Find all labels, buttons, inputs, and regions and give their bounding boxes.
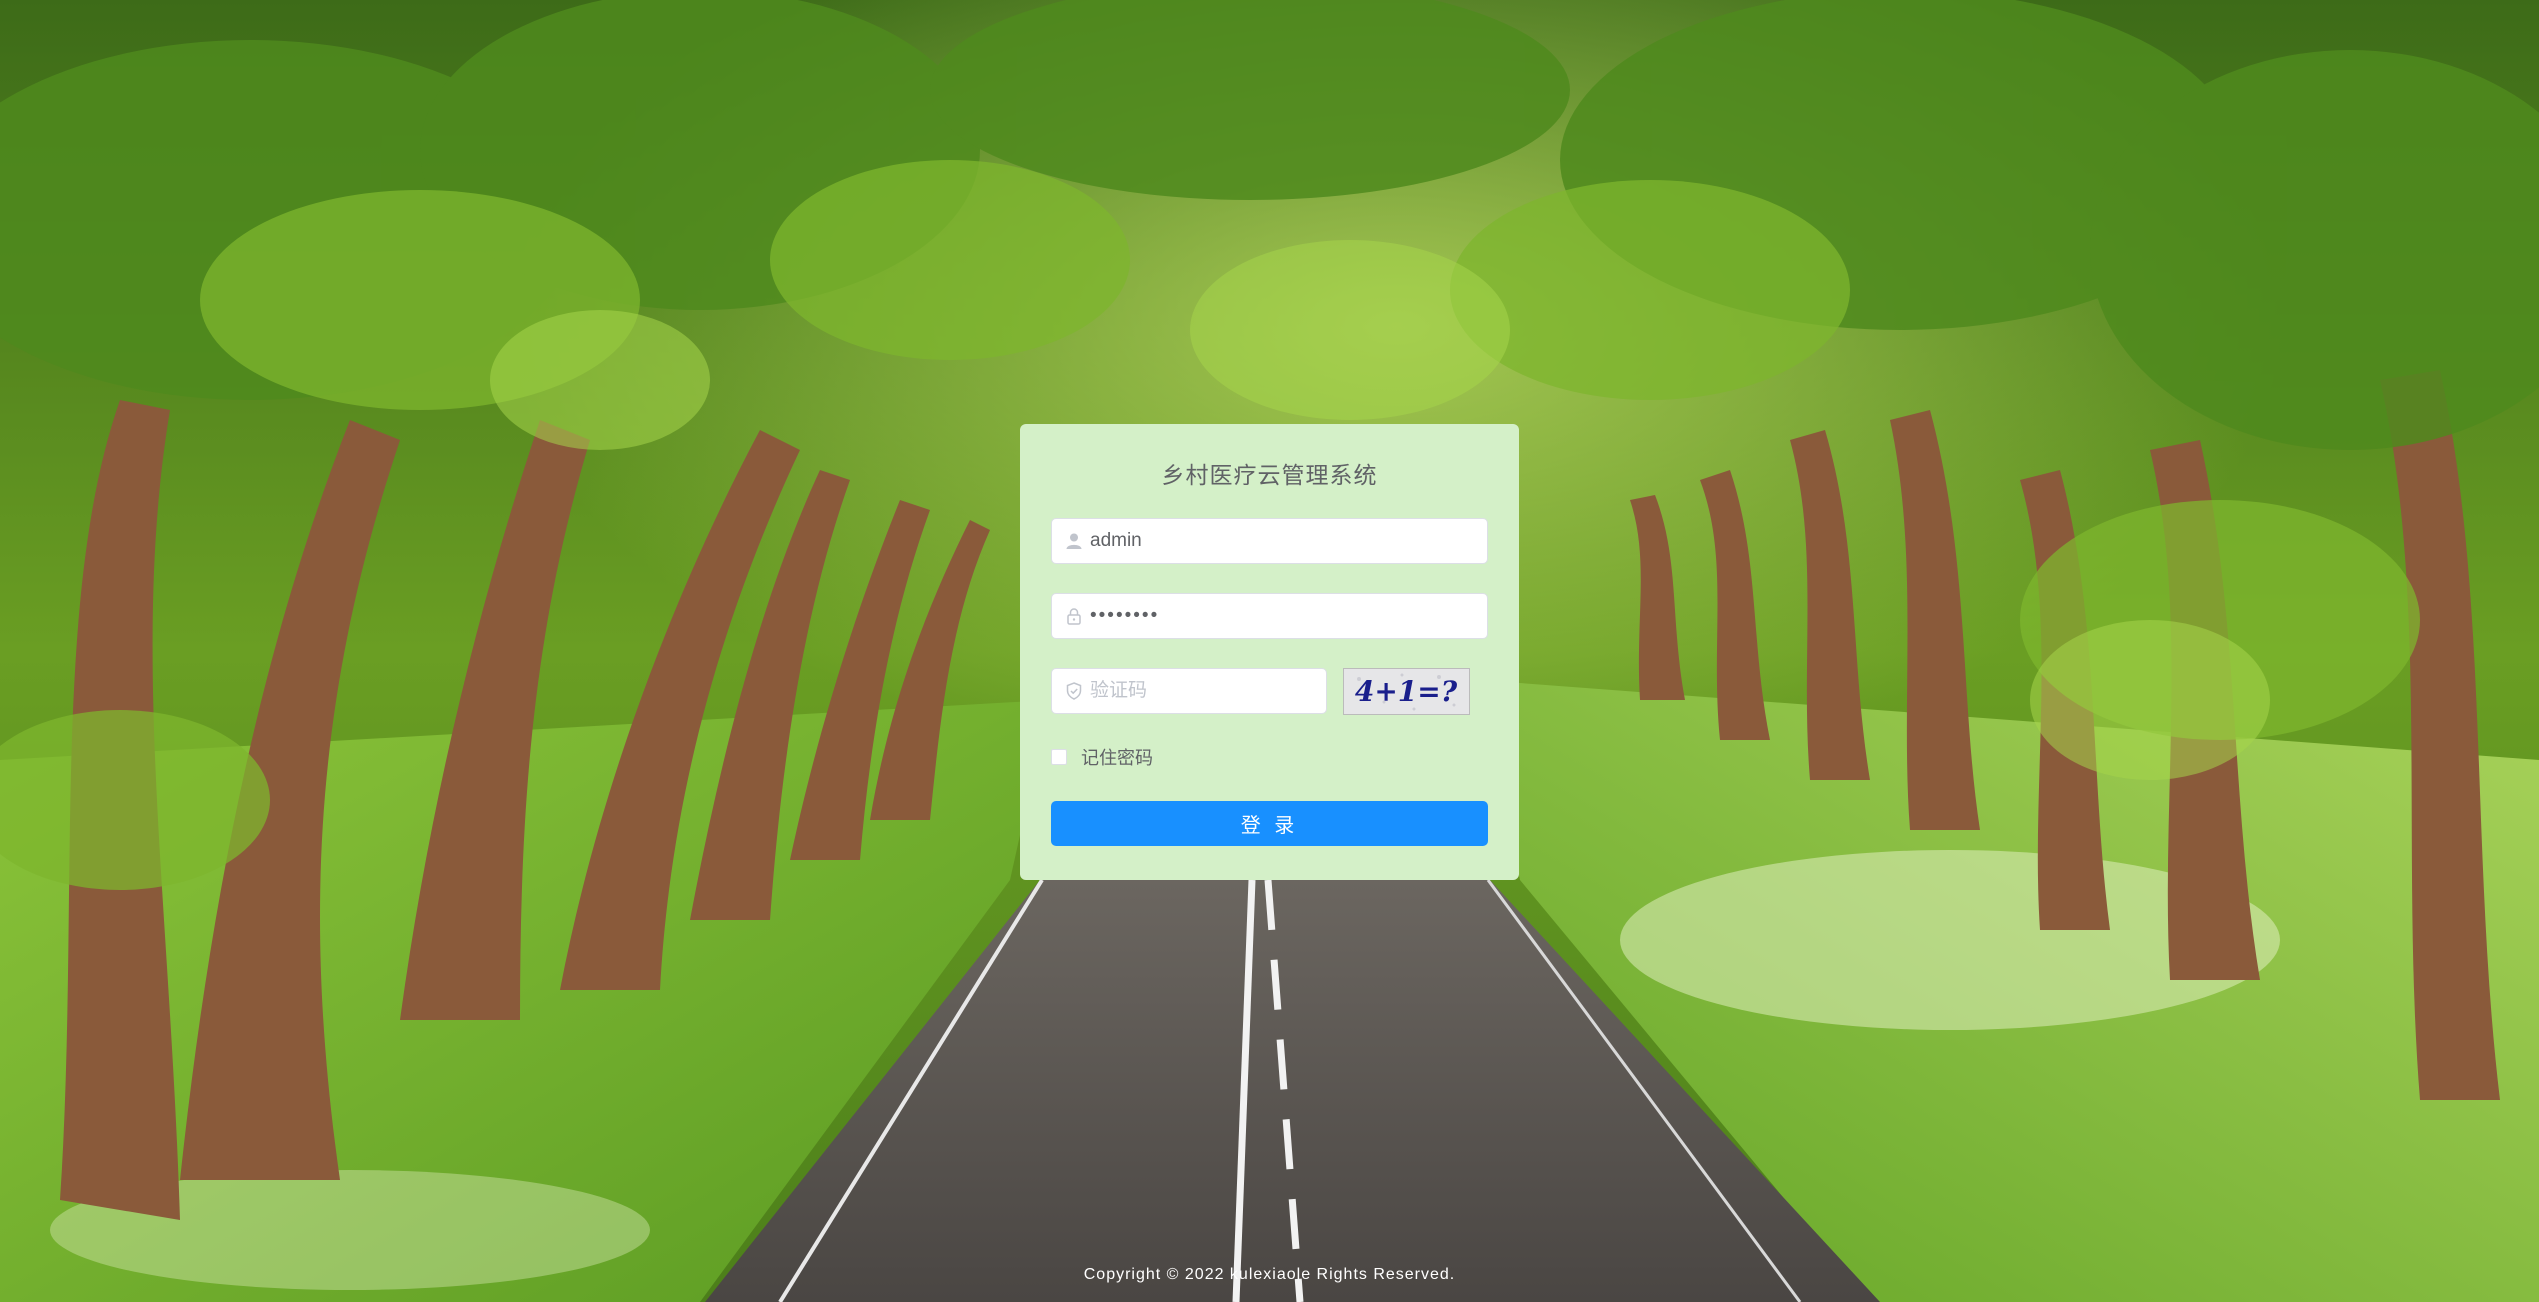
captcha-text: 4+1=? [1355, 675, 1458, 708]
page-title: 乡村医疗云管理系统 [1161, 462, 1378, 488]
captcha-graphic: 4+1=? [1344, 669, 1469, 714]
user-icon [1066, 533, 1082, 549]
remember-checkbox[interactable] [1051, 749, 1067, 765]
shield-check-icon [1066, 682, 1082, 700]
password-input[interactable] [1090, 594, 1480, 638]
login-card: 乡村医疗云管理系统 4+1=? [1020, 424, 1519, 880]
footer-copyright: Copyright © 2022 kulexiaole Rights Reser… [1083, 1266, 1456, 1283]
remember-password[interactable]: 记住密码 [1051, 746, 1153, 768]
captcha-field[interactable] [1051, 668, 1327, 714]
remember-label: 记住密码 [1081, 748, 1153, 768]
password-field[interactable] [1051, 593, 1488, 639]
username-field[interactable] [1051, 518, 1488, 564]
captcha-image[interactable]: 4+1=? [1343, 668, 1470, 715]
lock-icon [1067, 608, 1081, 625]
username-input[interactable] [1090, 519, 1480, 563]
login-button[interactable]: 登 录 [1051, 801, 1488, 846]
captcha-input[interactable] [1090, 669, 1320, 713]
